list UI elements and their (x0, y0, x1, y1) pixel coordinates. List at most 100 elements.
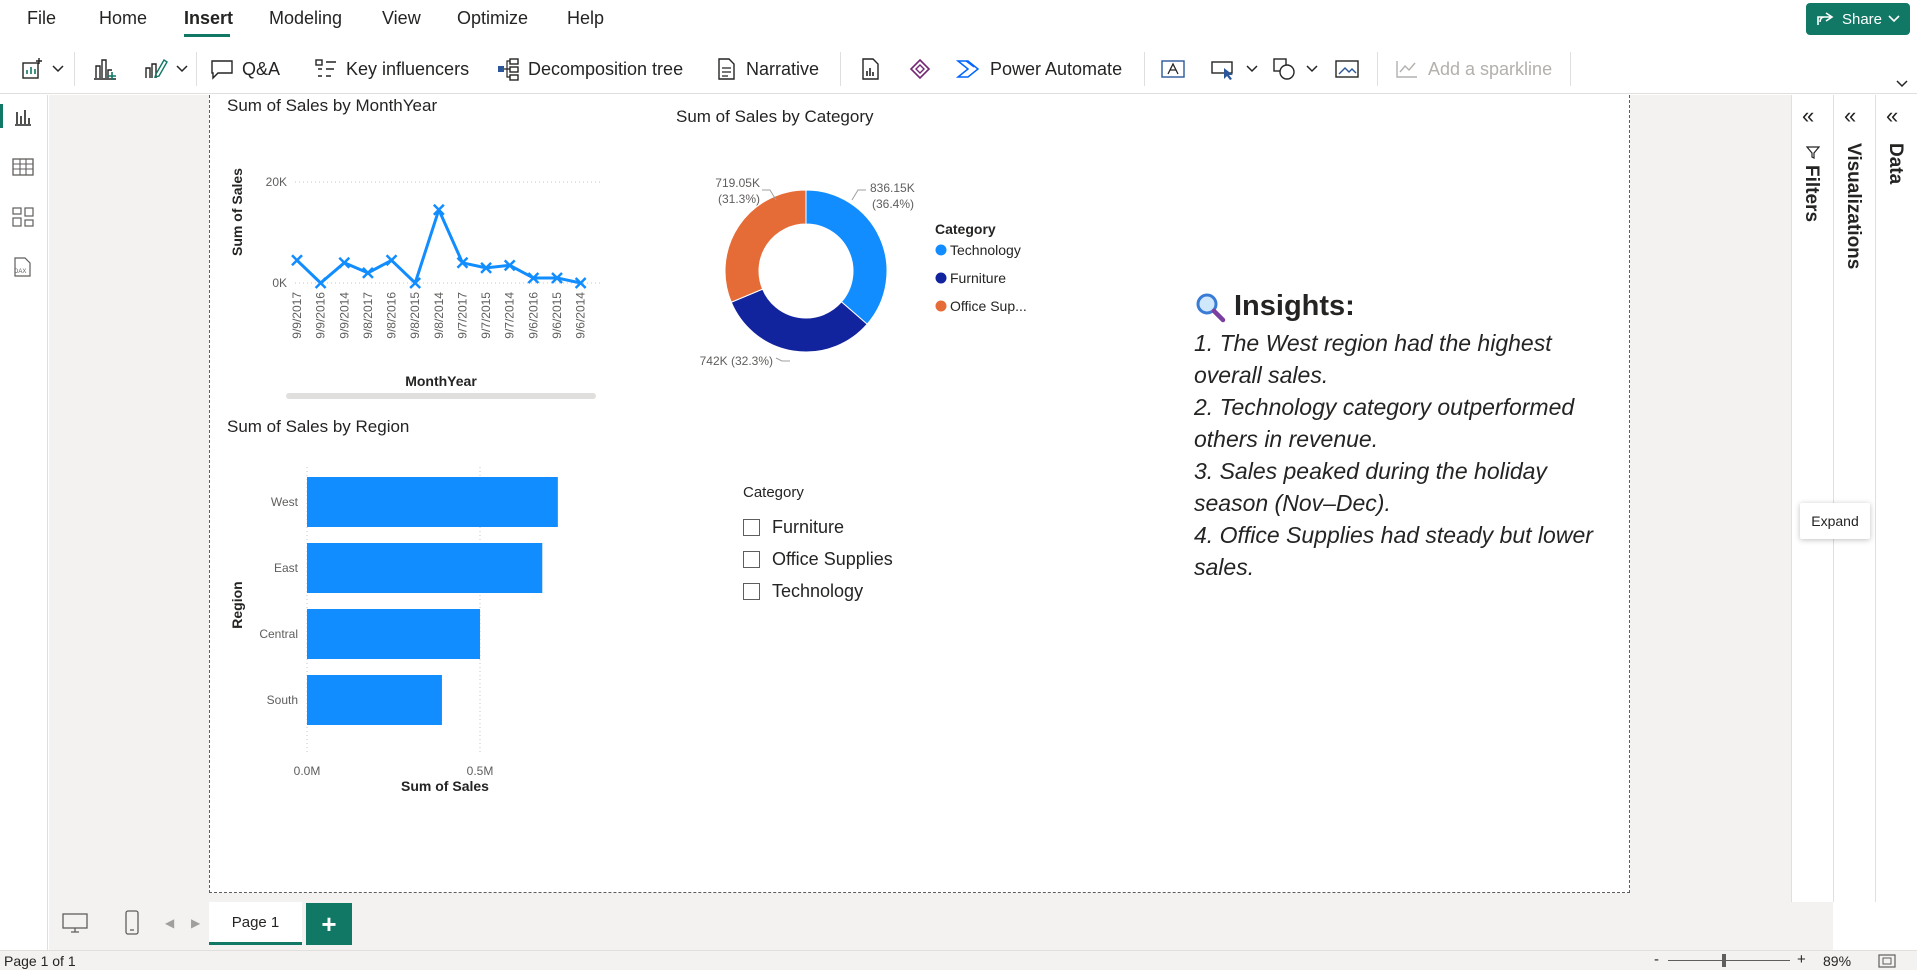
desktop-layout-icon[interactable] (62, 912, 88, 934)
y-tick-label: East (274, 561, 299, 575)
edit-visual-button[interactable] (142, 54, 188, 84)
data-pane[interactable]: « Data (1875, 95, 1917, 902)
table-view-icon[interactable] (10, 154, 36, 180)
data-point-marker (291, 254, 303, 267)
key-influencers-button[interactable]: Key influencers (314, 54, 469, 84)
key-influencers-icon (315, 59, 336, 77)
ribbon: Q&A Key influencers Decomposition tree N… (0, 44, 1917, 94)
zoom-out-button[interactable]: - (1654, 951, 1659, 968)
power-automate-icon (956, 60, 980, 78)
visualizations-collapse-icon[interactable]: « (1844, 103, 1856, 129)
filters-pane[interactable]: « Filters (1791, 95, 1833, 902)
x-tick-label: 9/7/2015 (479, 292, 493, 339)
checkbox[interactable] (743, 550, 760, 568)
narrative-icon (718, 58, 735, 80)
power-automate-button[interactable]: Power Automate (956, 54, 1122, 84)
image-button[interactable] (1334, 54, 1360, 84)
x-axis-title: Sum of Sales (401, 778, 489, 794)
menu-optimize[interactable]: Optimize (457, 8, 528, 29)
sales-line (295, 208, 581, 285)
shapes-icon (1273, 58, 1295, 80)
x-tick-label: 9/8/2015 (408, 292, 422, 339)
checkbox[interactable] (743, 518, 760, 536)
page-tab-page-1[interactable]: Page 1 (209, 902, 302, 945)
filters-label: Filters (1801, 165, 1822, 223)
legend-marker (935, 300, 947, 312)
power-apps-button[interactable] (908, 54, 932, 84)
fit-to-page-icon[interactable] (1878, 954, 1896, 968)
checkbox[interactable] (743, 582, 760, 600)
menu-modeling[interactable]: Modeling (269, 8, 342, 29)
decomposition-tree-button[interactable]: Decomposition tree (496, 54, 683, 84)
zoom-slider-thumb[interactable] (1721, 954, 1726, 967)
filters-collapse-icon[interactable]: « (1802, 103, 1814, 129)
donut-chart[interactable]: 719.05K (31.3%) 836.15K (36.4%) 742K (32.3%)… (680, 160, 1060, 380)
model-view-icon[interactable] (10, 204, 36, 230)
ribbon-expand-chevron-icon[interactable] (1896, 80, 1908, 88)
paginated-report-button[interactable] (858, 54, 882, 84)
insight-line: 3. Sales peaked during the holiday (1194, 458, 1547, 484)
y-axis-title: Sum of Sales (229, 168, 245, 256)
ribbon-divider (1144, 52, 1145, 86)
menu-file[interactable]: File (27, 8, 56, 29)
y-tick-label: West (271, 495, 299, 509)
bar-chart[interactable]: 0.0M 0.5M West East Central South Region Sum of… (220, 455, 600, 805)
power-apps-icon (909, 58, 931, 80)
add-page-button[interactable]: + (306, 903, 352, 945)
decomposition-tree-icon (498, 58, 519, 81)
share-button[interactable]: Share (1806, 3, 1910, 35)
menu-home[interactable]: Home (99, 8, 147, 29)
report-view-icon[interactable] (10, 104, 36, 130)
y-axis-title: Region (229, 581, 245, 628)
line-chart[interactable]: 20K 0K9/9/2017 9/9/2016 9/9/2014 9/8/2017 9/8… (220, 150, 610, 405)
slicer-item-office-supplies[interactable]: Office Supplies (743, 543, 893, 575)
buttons-button[interactable] (1210, 54, 1258, 84)
previous-page-icon[interactable]: ◀ (165, 916, 174, 930)
new-visual-alt-button[interactable] (92, 54, 118, 84)
qa-button[interactable]: Q&A (210, 54, 280, 84)
menu-view[interactable]: View (382, 8, 421, 29)
shapes-button[interactable] (1272, 54, 1318, 84)
slicer-title: Category (743, 484, 804, 501)
visualizations-pane[interactable]: « Visualizations (1833, 95, 1875, 902)
data-point-marker (385, 254, 398, 267)
donut-chart-title: Sum of Sales by Category (676, 107, 874, 126)
insight-line: 2. Technology category outperformed (1194, 394, 1575, 420)
insights-heading: Insights: (1194, 290, 1614, 323)
slicer-item-technology[interactable]: Technology (743, 575, 893, 607)
add-sparkline-button[interactable]: Add a sparkline (1394, 54, 1552, 84)
paginated-report-icon (862, 58, 879, 80)
x-tick-label: 9/6/2015 (550, 292, 564, 339)
narrative-button[interactable]: Narrative (714, 54, 819, 84)
data-collapse-icon[interactable]: « (1886, 103, 1898, 129)
data-label-technology: 836.15K (870, 181, 915, 195)
ribbon-divider (74, 52, 75, 86)
cursor-button-icon (1211, 61, 1233, 80)
y-tick-label: South (267, 693, 298, 707)
menu-help[interactable]: Help (567, 8, 604, 29)
insight-line: 1. The West region had the highest (1194, 330, 1552, 356)
insight-line: season (Nov–Dec). (1194, 490, 1391, 516)
data-point-marker (314, 277, 327, 289)
zoom-in-button[interactable]: + (1797, 951, 1806, 968)
x-tick-label: 0.5M (467, 764, 494, 778)
slicer-item-furniture[interactable]: Furniture (743, 511, 893, 543)
x-tick-label: 9/9/2016 (314, 292, 328, 339)
narrative-label: Narrative (746, 58, 820, 79)
add-sparkline-label: Add a sparkline (1428, 58, 1553, 79)
svg-text:DAX: DAX (14, 269, 26, 275)
legend-label: Office Sup... (950, 298, 1027, 314)
x-tick-label: 9/6/2016 (526, 292, 540, 339)
menu-insert[interactable]: Insert (184, 8, 233, 29)
next-page-icon[interactable]: ▶ (191, 916, 200, 930)
text-box-button[interactable] (1160, 54, 1186, 84)
chevron-down-icon (1306, 65, 1318, 73)
zoom-slider[interactable] (1668, 960, 1790, 961)
new-visual-button[interactable] (20, 54, 64, 84)
insight-line: overall sales. (1194, 362, 1329, 388)
mobile-layout-icon[interactable] (124, 910, 140, 936)
chevron-down-icon (1246, 65, 1258, 73)
insights-text-box[interactable]: Insights: 1. The West region had the hig… (1194, 290, 1614, 583)
dax-query-view-icon[interactable]: DAX (10, 254, 36, 280)
page-info: Page 1 of 1 (4, 953, 76, 969)
